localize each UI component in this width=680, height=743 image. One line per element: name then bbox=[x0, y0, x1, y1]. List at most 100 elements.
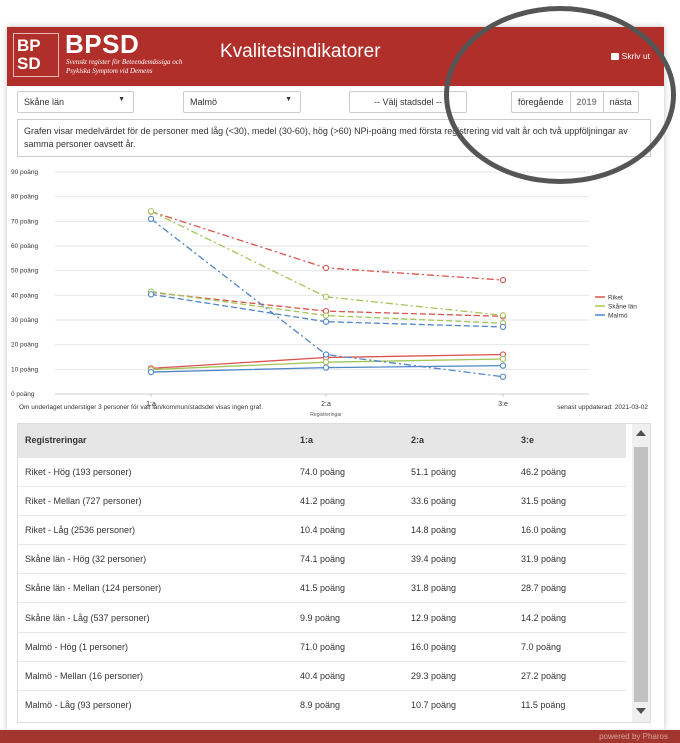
column-header[interactable]: 2:a bbox=[404, 424, 514, 457]
data-point bbox=[322, 293, 330, 300]
main-card: BP SD BPSD Svenskt register för Beteende… bbox=[7, 27, 664, 730]
x-axis-label: Registreringar bbox=[310, 412, 342, 418]
row-label: Malmö - Låg (93 personer) bbox=[18, 689, 293, 720]
x-tick-label: 2:a bbox=[321, 401, 331, 408]
table-row: Malmö - Låg (93 personer) 8.9 poäng 10.7 p… bbox=[18, 689, 626, 720]
score-cell: 31.5 poäng bbox=[514, 485, 626, 516]
score-cell: 27.2 poäng bbox=[514, 660, 626, 691]
app-header: BP SD BPSD Svenskt register för Beteende… bbox=[7, 27, 664, 86]
score-cell: 16.0 poäng bbox=[404, 631, 514, 662]
chart-description: Grafen visar medelvärdet för de personer… bbox=[17, 119, 651, 157]
legend-label: Riket bbox=[608, 295, 623, 302]
y-tick-label: 50 poäng bbox=[11, 268, 38, 275]
data-point bbox=[322, 364, 330, 371]
table-scrollbar[interactable] bbox=[632, 424, 650, 722]
y-tick-label: 80 poäng bbox=[11, 194, 38, 201]
row-label: Riket - Låg (2536 personer) bbox=[18, 514, 293, 545]
brand-name: BPSD bbox=[65, 29, 140, 59]
municipality-value: Malmö bbox=[190, 97, 218, 107]
data-point bbox=[147, 215, 155, 223]
brand-subtitle: Svenskt register för Beteendemässiga och… bbox=[66, 58, 186, 76]
score-cell: 9.9 poäng bbox=[293, 602, 404, 633]
scroll-down-icon[interactable] bbox=[636, 708, 646, 714]
chevron-down-icon: ▼ bbox=[285, 96, 292, 103]
table-row: Skåne län - Mellan (124 personer) 41.5 po… bbox=[18, 573, 626, 603]
score-cell: 71.0 poäng bbox=[293, 631, 404, 662]
page-title: Kvalitetsindikatorer bbox=[220, 41, 381, 62]
row-label: Riket - Mellan (727 personer) bbox=[18, 485, 293, 516]
y-tick-label: 70 poäng bbox=[11, 218, 38, 225]
brand-subtitle-line-1: Svenskt register för Beteendemässiga och bbox=[66, 58, 183, 66]
table-row: Malmö - Mellan (16 personer) 40.4 poäng 29… bbox=[18, 660, 626, 691]
row-label: Riket - Hög (193 personer) bbox=[18, 456, 293, 487]
municipality-select[interactable]: Malmö ▼ bbox=[183, 91, 301, 113]
table-row: Skåne län - Hög (32 personer) 74.1 poäng 3… bbox=[18, 544, 626, 574]
score-cell: 40.4 poäng bbox=[293, 660, 404, 691]
score-cell: 7.0 poäng bbox=[514, 631, 626, 662]
row-label: Malmö - Hög (1 personer) bbox=[18, 631, 293, 662]
legend-label: Malmö bbox=[608, 313, 628, 320]
powered-by: powered by Pharos bbox=[599, 732, 668, 741]
printer-icon bbox=[610, 52, 619, 60]
print-button[interactable]: Skriv ut bbox=[610, 51, 650, 61]
current-year: 2019 bbox=[571, 92, 604, 112]
county-select[interactable]: Skåne län ▼ bbox=[17, 91, 134, 113]
y-tick-label: 10 poäng bbox=[11, 366, 38, 373]
row-label: Skåne län - Hög (32 personer) bbox=[18, 544, 293, 574]
column-header[interactable]: Registreringar bbox=[18, 424, 293, 457]
filter-bar: Skåne län ▼ Malmö ▼ -- Välj stadsdel -- … bbox=[17, 91, 651, 113]
y-tick-label: 30 poäng bbox=[11, 317, 38, 324]
data-point bbox=[499, 355, 507, 363]
score-cell: 11.5 poäng bbox=[514, 689, 626, 720]
score-cell: 74.1 poäng bbox=[293, 544, 404, 574]
chevron-down-icon: ▼ bbox=[118, 96, 125, 103]
score-cell: 14.2 poäng bbox=[514, 602, 626, 633]
table-row: Malmö - Hög (1 personer) 71.0 poäng 16.0 p… bbox=[18, 631, 626, 662]
x-tick-label: 3:e bbox=[498, 401, 508, 408]
npi-line-chart: 0 poäng 10 poäng 20 poäng 30 poäng 40 poäng 5… bbox=[11, 169, 637, 418]
score-cell: 41.2 poäng bbox=[293, 485, 404, 516]
data-point bbox=[322, 318, 330, 325]
score-cell: 10.7 poäng bbox=[404, 689, 514, 720]
score-cell: 41.5 poäng bbox=[293, 573, 404, 603]
table-row: Riket - Mellan (727 personer) 41.2 poäng 3… bbox=[18, 485, 626, 516]
y-tick-label: 90 poäng bbox=[11, 169, 38, 176]
table-header-row: Registreringar 1:a 2:a 3:e bbox=[18, 424, 626, 457]
score-cell: 46.2 poäng bbox=[514, 456, 626, 487]
data-point bbox=[499, 362, 507, 369]
y-tick-label: 20 poäng bbox=[11, 342, 38, 349]
table-row: Skåne län - Låg (537 personer) 9.9 poäng 1… bbox=[18, 602, 626, 633]
next-year-button[interactable]: nästa bbox=[604, 92, 638, 112]
data-point bbox=[499, 312, 507, 319]
data-point bbox=[147, 208, 155, 215]
last-updated: senast uppdaterad: 2021-03-02 bbox=[557, 404, 648, 411]
scroll-thumb[interactable] bbox=[634, 447, 648, 702]
results-table-container: Registreringar 1:a 2:a 3:e Riket - Hög (… bbox=[17, 423, 651, 723]
score-cell: 14.8 poäng bbox=[404, 514, 514, 545]
score-cell: 74.0 poäng bbox=[293, 456, 404, 487]
score-cell: 33.6 poäng bbox=[404, 485, 514, 516]
data-point bbox=[322, 351, 330, 358]
data-point bbox=[322, 359, 330, 366]
print-label: Skriv ut bbox=[621, 51, 650, 61]
district-select[interactable]: -- Välj stadsdel -- bbox=[349, 91, 467, 113]
column-header[interactable]: 1:a bbox=[293, 424, 404, 457]
previous-year-button[interactable]: föregående bbox=[512, 92, 571, 112]
row-label: Malmö - Mellan (16 personer) bbox=[18, 660, 293, 691]
logo-line-1: BP bbox=[17, 36, 41, 55]
score-cell: 16.0 poäng bbox=[514, 514, 626, 545]
score-cell: 51.1 poäng bbox=[404, 456, 514, 487]
score-cell: 31.8 poäng bbox=[404, 573, 514, 603]
table-row: Riket - Låg (2536 personer) 10.4 poäng 14.… bbox=[18, 514, 626, 545]
data-point bbox=[147, 291, 155, 298]
scroll-up-icon[interactable] bbox=[636, 430, 646, 436]
year-navigation: föregående 2019 nästa bbox=[511, 91, 639, 113]
score-cell: 28.7 poäng bbox=[514, 573, 626, 603]
y-tick-label: 60 poäng bbox=[11, 243, 38, 250]
score-cell: 12.9 poäng bbox=[404, 602, 514, 633]
data-point bbox=[499, 373, 507, 380]
column-header[interactable]: 3:e bbox=[514, 424, 626, 457]
results-table: Registreringar 1:a 2:a 3:e Riket - Hög (… bbox=[18, 424, 626, 720]
y-tick-label: 40 poäng bbox=[11, 292, 38, 299]
row-label: Skåne län - Låg (537 personer) bbox=[18, 602, 293, 633]
